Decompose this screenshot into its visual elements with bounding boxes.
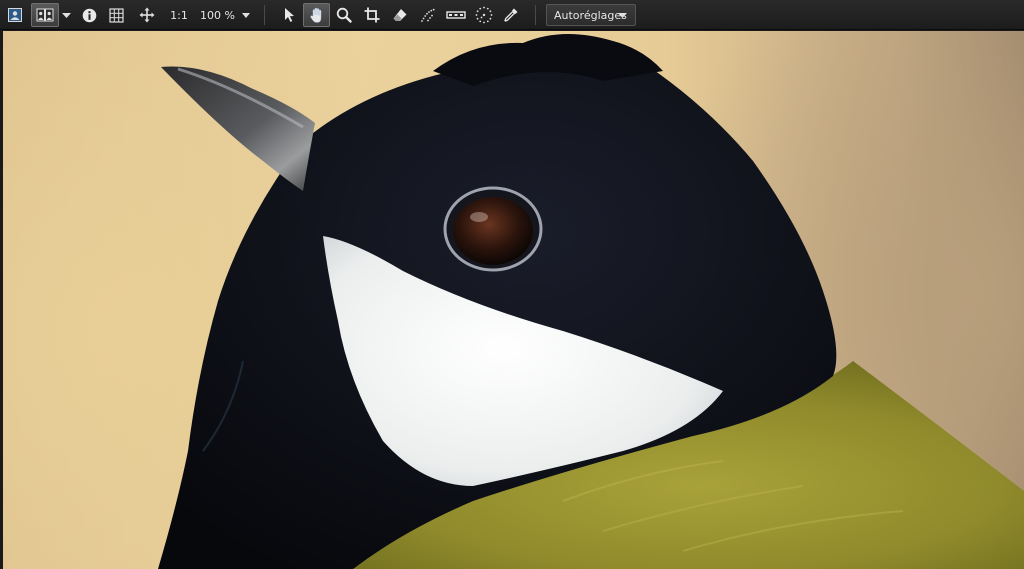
zoom-level-dropdown[interactable]: 100 % [200, 3, 252, 27]
compare-view-icon [36, 8, 54, 22]
caret-down-icon [618, 13, 627, 18]
move-arrows-icon [139, 7, 155, 23]
magnifier-icon [336, 7, 352, 23]
compare-view-button[interactable] [31, 3, 59, 27]
eraser-icon [393, 9, 407, 21]
caret-down-icon [241, 12, 250, 18]
pointer-arrow-icon [285, 8, 294, 22]
redeye-tool[interactable] [417, 3, 439, 27]
photo-viewport[interactable] [3, 31, 1024, 569]
caret-down-icon [62, 12, 71, 18]
eyedropper-tool[interactable] [500, 3, 522, 27]
grid-icon [108, 7, 124, 23]
eraser-tool[interactable] [389, 3, 411, 27]
zoom-tool[interactable] [333, 3, 355, 27]
zoom-level-label: 100 % [200, 8, 235, 22]
hand-icon [309, 7, 321, 23]
dotted-circle-icon [475, 6, 493, 24]
bird-photo [158, 33, 1024, 569]
single-view-icon [8, 8, 22, 22]
info-icon [82, 8, 96, 22]
straighten-tool[interactable] [444, 3, 468, 27]
toolbar-separator [535, 5, 536, 25]
dotted-curve-icon [421, 8, 435, 22]
toolbar-separator [264, 5, 265, 25]
actual-size-button[interactable]: 1:1 [166, 3, 192, 27]
top-toolbar: 1:1 100 % Autoréglages [0, 0, 1024, 30]
actual-size-label: 1:1 [170, 8, 188, 22]
bird-beak [161, 66, 315, 191]
view-mode-dropdown[interactable] [60, 3, 73, 27]
info-button[interactable] [78, 3, 100, 27]
hand-tool[interactable] [303, 3, 330, 27]
crop-tool[interactable] [361, 3, 383, 27]
auto-adjust-dropdown[interactable]: Autoréglages [546, 4, 636, 26]
single-view-button[interactable] [4, 3, 26, 27]
grid-button[interactable] [105, 3, 127, 27]
spot-removal-tool[interactable] [472, 3, 496, 27]
crop-icon [364, 7, 380, 23]
move-button[interactable] [136, 3, 158, 27]
bird-eye [453, 197, 533, 265]
straighten-icon [446, 11, 466, 19]
auto-adjust-label: Autoréglages [554, 8, 627, 22]
eyedropper-icon [504, 8, 518, 22]
select-tool[interactable] [278, 3, 300, 27]
